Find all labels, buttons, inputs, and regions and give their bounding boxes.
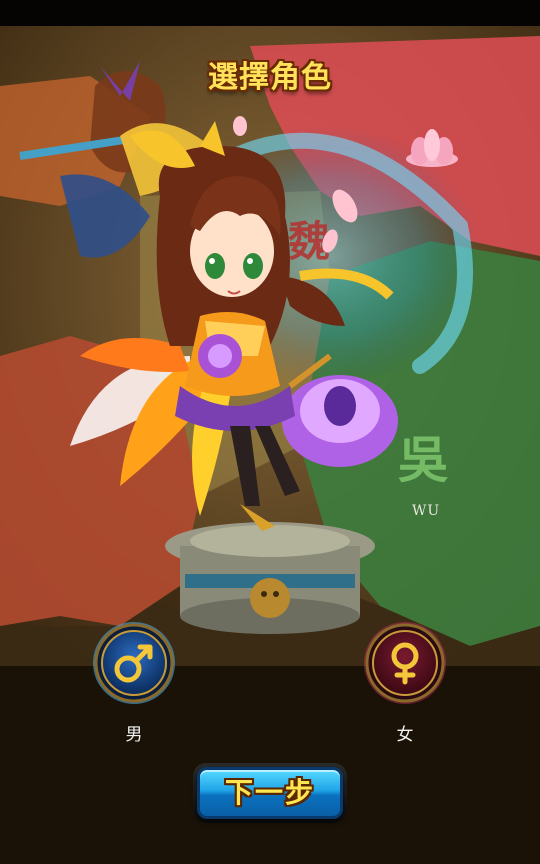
female-symbol-icon	[364, 622, 446, 704]
next-step-button[interactable]: 下一步	[193, 763, 347, 823]
character-select-screen: 魏 吳 WU U 選擇角色	[0, 0, 540, 864]
heroine	[130, 121, 394, 531]
male-symbol-icon	[93, 622, 175, 704]
male-gender-button[interactable]	[91, 620, 177, 706]
male-label: 男	[125, 725, 143, 745]
female-label: 女	[396, 725, 414, 745]
next-button-label: 下一步	[224, 776, 315, 809]
character-art	[19, 61, 398, 634]
lotus-fan	[282, 353, 398, 467]
pedestal	[165, 522, 375, 634]
female-gender-button[interactable]	[362, 620, 448, 706]
status-bar	[0, 0, 540, 26]
